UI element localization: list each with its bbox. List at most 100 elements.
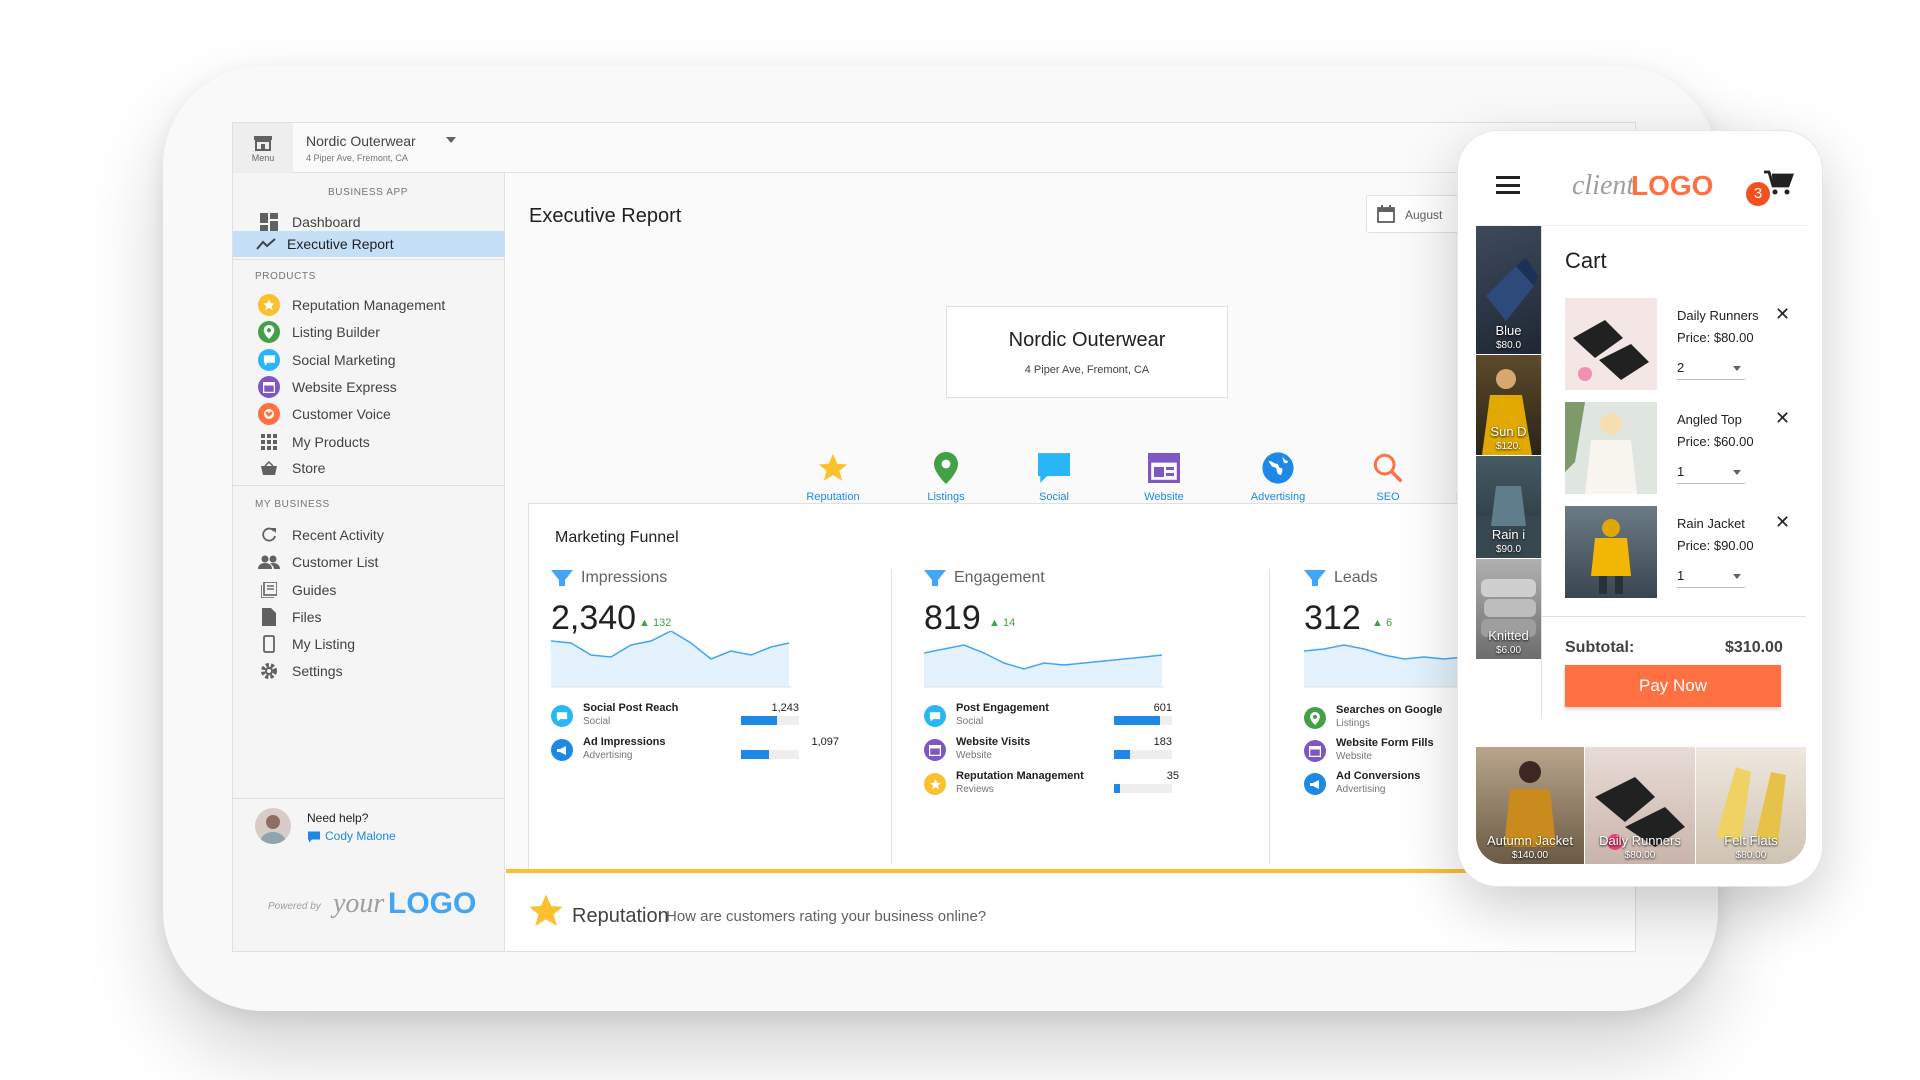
- tile-name: Felt Flats: [1724, 833, 1778, 848]
- column-header: Engagement: [924, 569, 1045, 587]
- browser-icon: [258, 376, 280, 398]
- column-delta: ▲ 6: [1372, 617, 1393, 629]
- sidebar-item-label: Reputation Management: [292, 297, 446, 313]
- cart-item-image: [1565, 506, 1657, 598]
- reputation-section-header[interactable]: Reputation How are customers rating your…: [506, 873, 1635, 951]
- metric-title: Website Visits: [956, 736, 1031, 748]
- product-tile[interactable]: Autumn Jacket $140.00: [1476, 747, 1584, 864]
- divider: [1542, 616, 1806, 617]
- close-icon[interactable]: ✕: [1775, 408, 1790, 429]
- cart-item-name: Daily Runners: [1677, 308, 1759, 323]
- metric-source: Reviews: [956, 784, 994, 795]
- help-title: Need help?: [307, 811, 369, 825]
- pay-now-button[interactable]: Pay Now: [1565, 665, 1781, 707]
- sidebar-item-label: Customer List: [292, 554, 379, 570]
- file-icon: [258, 606, 280, 628]
- card-business-name: Nordic Outerwear: [1008, 329, 1166, 351]
- cart-item: Angled Top Price: $60.00 1 ✕: [1565, 402, 1795, 494]
- metric-bar: [1114, 784, 1172, 793]
- cart-item-name: Angled Top: [1677, 412, 1742, 427]
- menu-button[interactable]: Menu: [233, 123, 293, 173]
- refresh-icon: [258, 524, 280, 546]
- product-website[interactable]: Website: [1114, 446, 1214, 503]
- quantity-select[interactable]: 2: [1677, 360, 1745, 380]
- metric-value: 35: [1166, 770, 1179, 782]
- cart-item-price: Price: $80.00: [1677, 330, 1754, 345]
- chat-icon: [1004, 446, 1104, 490]
- help-contact-link[interactable]: Cody Malone: [325, 829, 396, 843]
- product-tile[interactable]: Sun D $120.: [1476, 355, 1541, 455]
- reputation-title: Reputation: [572, 905, 669, 927]
- product-label: Listings: [927, 491, 965, 503]
- metric-row: Ad Impressions Advertising 1,097: [551, 736, 881, 776]
- column-title: Leads: [1334, 569, 1378, 586]
- business-address: 4 Piper Ave, Fremont, CA: [306, 153, 408, 163]
- business-name[interactable]: Nordic Outerwear: [306, 133, 416, 149]
- column-title: Impressions: [581, 569, 668, 586]
- menu-label: Menu: [251, 153, 275, 163]
- cart-count-badge: 3: [1746, 182, 1770, 206]
- pin-icon: [258, 321, 280, 343]
- sweater-image: [1481, 579, 1536, 637]
- grid-icon: [258, 431, 280, 453]
- metric-source: Advertising: [583, 750, 633, 761]
- subtotal-value: $310.00: [1725, 639, 1783, 656]
- quantity-select[interactable]: 1: [1677, 568, 1745, 588]
- sidebar-item-label: Store: [292, 460, 326, 476]
- gear-icon: [258, 660, 280, 682]
- product-label: Reputation: [806, 491, 860, 503]
- hamburger-menu-icon[interactable]: [1496, 176, 1520, 194]
- cart-item-price: Price: $90.00: [1677, 538, 1754, 553]
- metric-bar: [1114, 750, 1172, 759]
- funnel-icon: [924, 570, 946, 586]
- marketing-funnel-card: Marketing Funnel Impressions 2,340 ▲ 132…: [528, 503, 1544, 873]
- product-tile[interactable]: Rain i $90.0: [1476, 456, 1541, 558]
- metric-source: Social: [956, 716, 984, 727]
- product-tile[interactable]: Blue $80.0: [1476, 226, 1541, 354]
- section-business-app: BUSINESS APP: [328, 187, 409, 198]
- section-my-business: MY BUSINESS: [255, 499, 330, 510]
- product-seo[interactable]: SEO: [1338, 446, 1438, 503]
- metric-title: Searches on Google: [1336, 704, 1443, 716]
- product-advertising[interactable]: Advertising: [1228, 446, 1328, 503]
- chat-icon: [308, 831, 320, 843]
- delta-value: 132: [652, 617, 672, 629]
- sidebar-item-label: Website Express: [292, 379, 397, 395]
- impressions-sparkline: [551, 631, 791, 688]
- product-social[interactable]: Social: [1004, 446, 1104, 503]
- chat-icon: [258, 349, 280, 371]
- delta-value: 14: [1002, 617, 1016, 629]
- sidebar-item-label: Dashboard: [292, 214, 361, 230]
- product-tile[interactable]: Felt Flats $80.00: [1696, 747, 1806, 864]
- cart-item-image: [1565, 298, 1657, 390]
- tile-price: $120.: [1495, 441, 1522, 452]
- sidebar-item-label: Listing Builder: [292, 324, 380, 340]
- date-label: August: [1405, 208, 1443, 222]
- sidebar-item-settings[interactable]: Settings: [233, 655, 505, 687]
- product-tile[interactable]: Knitted $6.00: [1476, 559, 1541, 659]
- dashboard-icon: [258, 211, 280, 233]
- subtotal-label: Subtotal:: [1565, 639, 1635, 656]
- metric-bar: [1114, 716, 1172, 725]
- funnel-column-impressions: Impressions 2,340 ▲ 132 Social Post Reac…: [551, 569, 891, 864]
- logo-logo: LOGO: [388, 887, 477, 920]
- logo-your: your: [333, 888, 385, 919]
- business-card: Nordic Outerwear 4 Piper Ave, Fremont, C…: [946, 306, 1228, 398]
- product-tile[interactable]: Daily Runners $80.00: [1585, 747, 1695, 864]
- product-listings[interactable]: Listings: [896, 446, 996, 503]
- sidebar-item-store[interactable]: Store: [233, 452, 505, 484]
- sidebar-item-executive-report[interactable]: Executive Report: [233, 231, 505, 257]
- column-divider: [891, 569, 892, 864]
- metric-value: 1,243: [771, 702, 799, 714]
- browser-icon: [1114, 446, 1214, 490]
- close-icon[interactable]: ✕: [1775, 512, 1790, 533]
- client-logo-text: client: [1572, 170, 1635, 201]
- close-icon[interactable]: ✕: [1775, 304, 1790, 325]
- sidebar-item-label: Settings: [292, 663, 343, 679]
- product-reputation[interactable]: Reputation: [783, 446, 883, 503]
- browser-icon: [924, 739, 946, 761]
- quantity-select[interactable]: 1: [1677, 464, 1745, 484]
- chevron-down-icon[interactable]: [446, 137, 456, 143]
- cart-item-price: Price: $60.00: [1677, 434, 1754, 449]
- cart-item: Daily Runners Price: $80.00 2 ✕: [1565, 298, 1795, 390]
